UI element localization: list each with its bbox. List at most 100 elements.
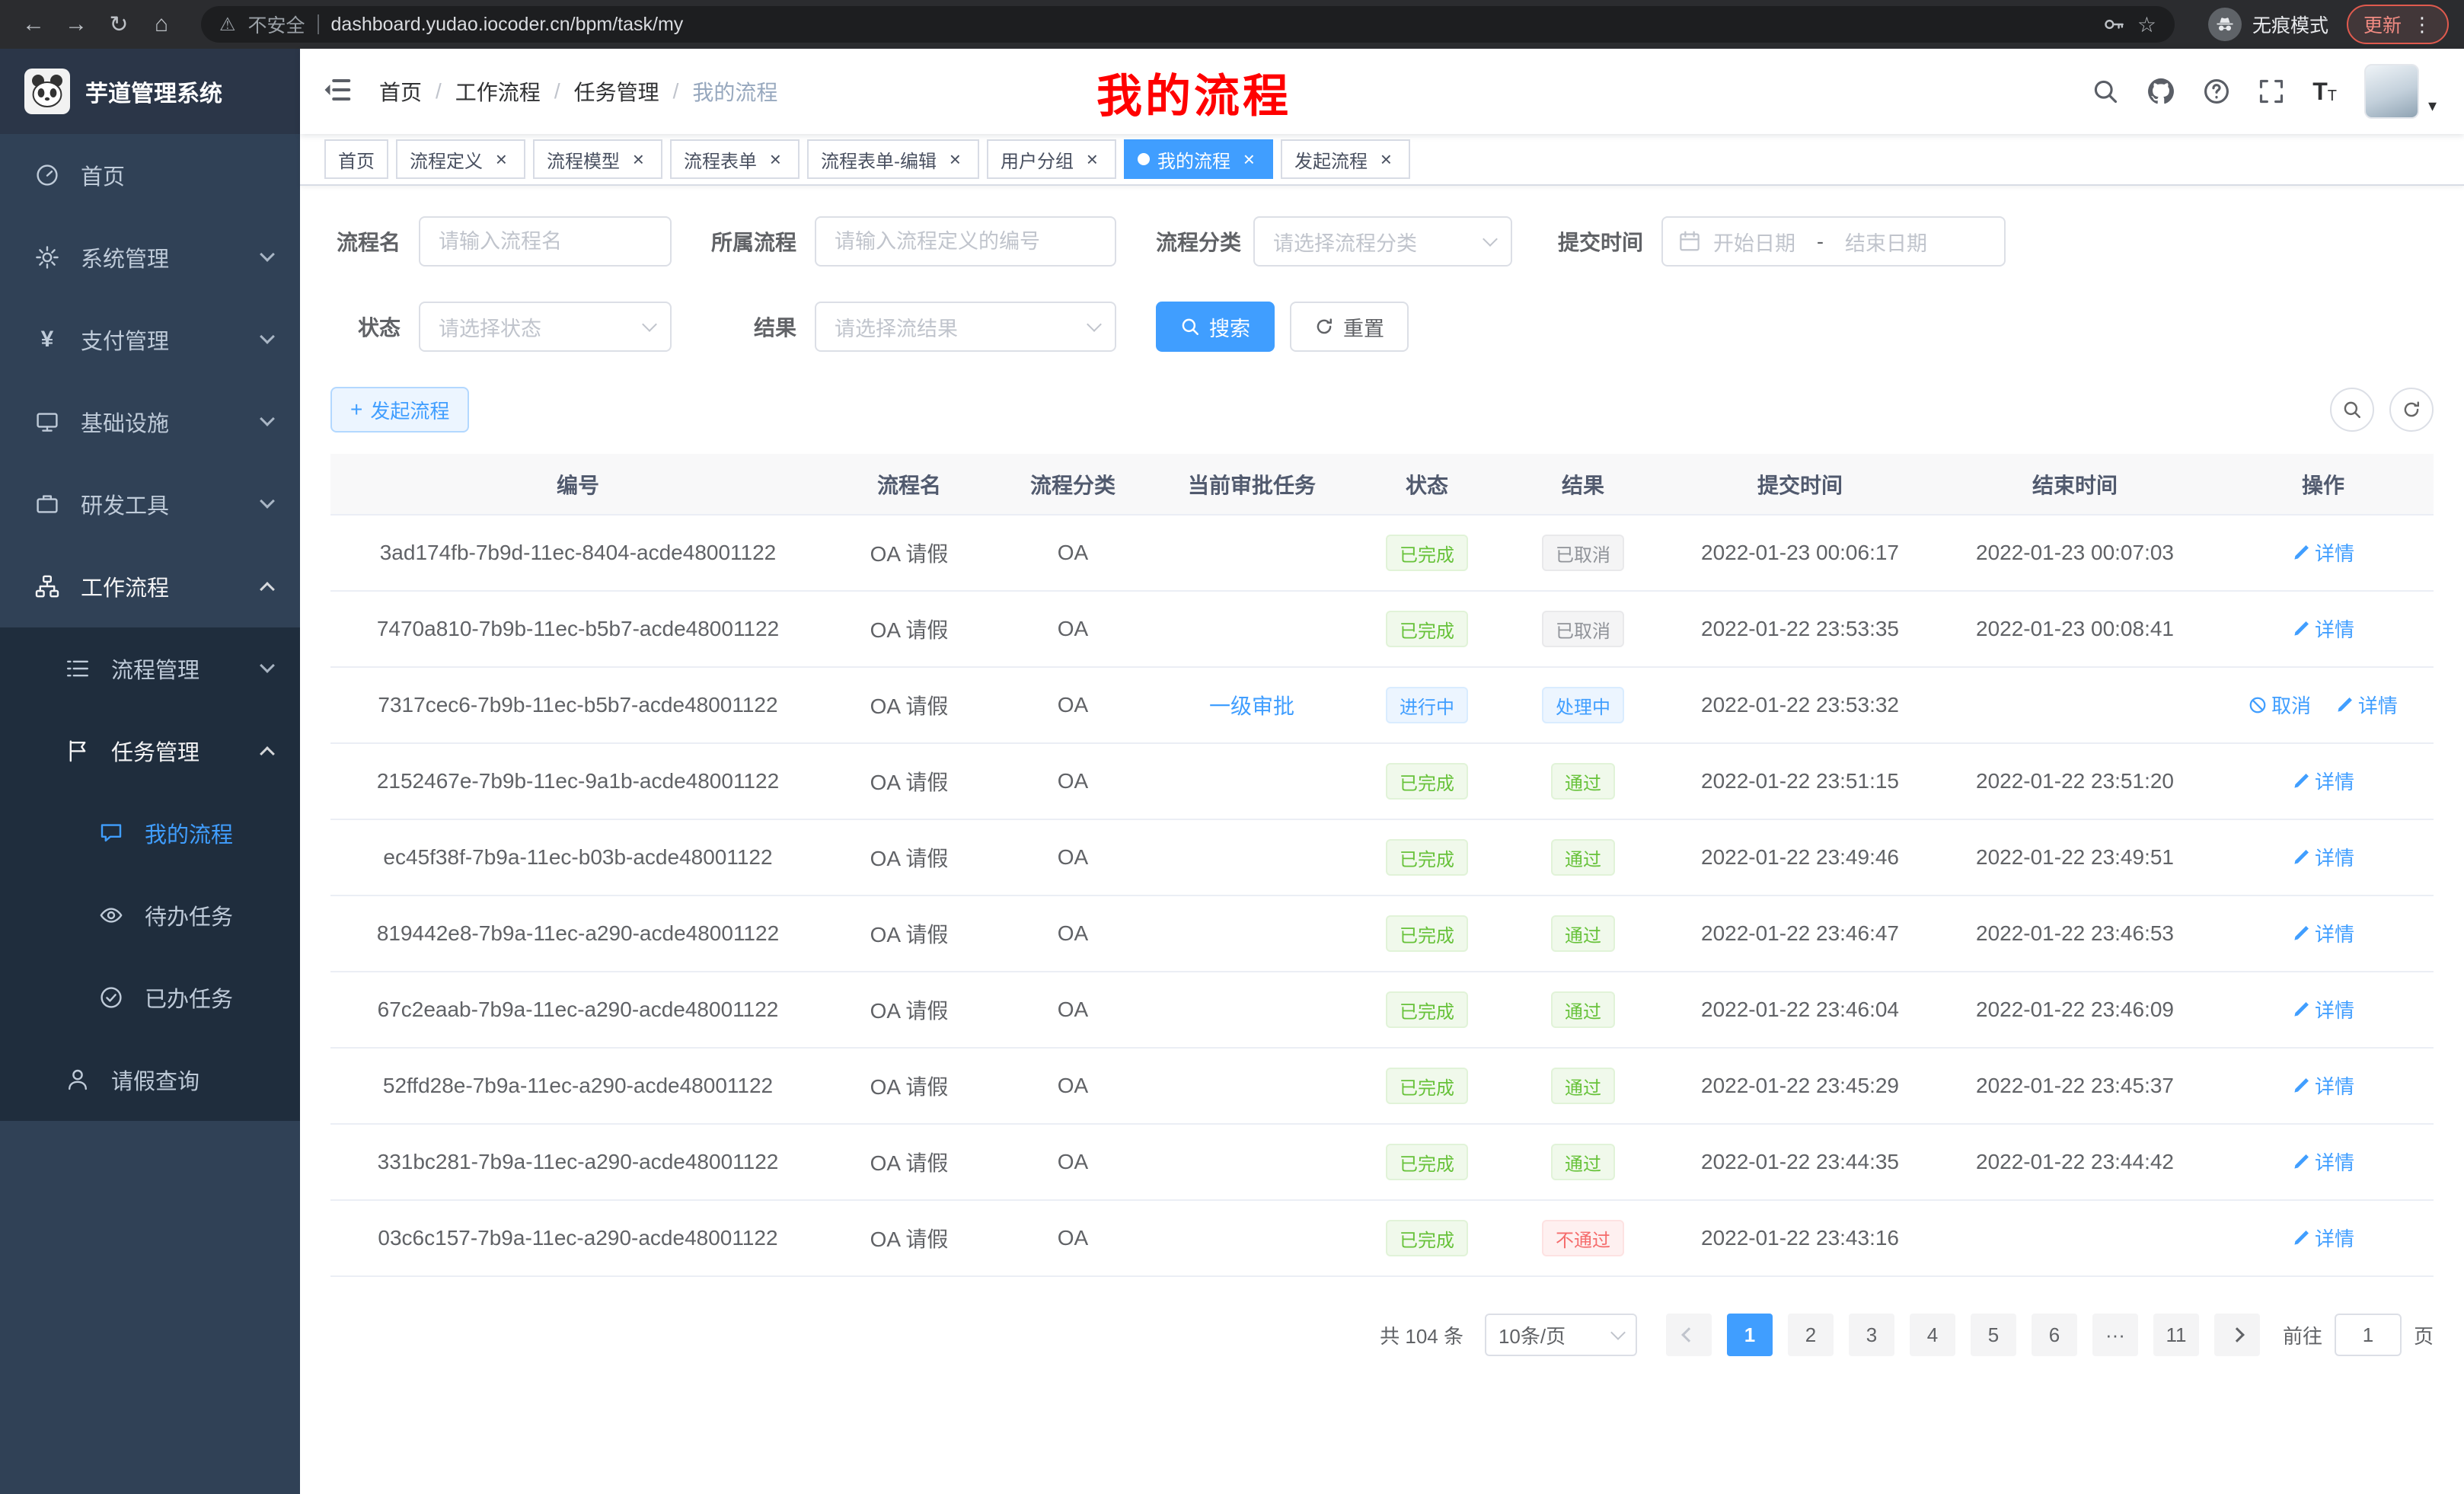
goto-page-input[interactable] <box>2335 1314 2402 1356</box>
sidebar-item-task-management[interactable]: 任务管理 <box>0 710 300 792</box>
sidebar-item-leave-query[interactable]: 请假查询 <box>0 1039 300 1121</box>
close-icon[interactable]: × <box>1375 148 1396 170</box>
search-toggle-button[interactable] <box>2330 388 2374 432</box>
close-icon[interactable]: × <box>764 148 786 170</box>
page-number-button[interactable]: 11 <box>2153 1314 2199 1356</box>
prev-page-button[interactable] <box>1666 1314 1712 1356</box>
detail-link[interactable]: 详情 <box>2292 767 2354 795</box>
sidebar-item-payment[interactable]: ¥ 支付管理 <box>0 298 300 381</box>
avatar[interactable] <box>2364 64 2419 119</box>
cell-id: 819442e8-7b9a-11ec-a290-acde48001122 <box>330 895 825 972</box>
user-menu[interactable]: ▾ <box>2364 64 2437 119</box>
breadcrumb-home[interactable]: 首页 <box>379 76 422 107</box>
result-badge: 通过 <box>1551 839 1615 876</box>
table-refresh-button[interactable] <box>2389 388 2434 432</box>
edit-icon <box>2292 848 2310 867</box>
result-select[interactable]: 请选择流结果 <box>815 302 1116 352</box>
font-size-icon[interactable]: TT <box>2312 79 2337 104</box>
incognito-profile-chip[interactable]: 无痕模式 <box>2208 8 2328 41</box>
browser-forward-icon[interactable]: → <box>58 6 94 43</box>
detail-link[interactable]: 详情 <box>2292 1224 2354 1252</box>
process-category-select[interactable]: 请选择流程分类 <box>1253 216 1512 267</box>
not-secure-label[interactable]: 不安全 <box>248 11 305 38</box>
table-row: ec45f38f-7b9a-11ec-b03b-acde48001122 OA … <box>330 819 2434 895</box>
detail-link[interactable]: 详情 <box>2292 843 2354 871</box>
tab[interactable]: 我的流程 × <box>1124 139 1273 179</box>
browser-home-icon[interactable]: ⌂ <box>143 6 180 43</box>
sidebar-item-todo-tasks[interactable]: 待办任务 <box>0 874 300 956</box>
process-category-label: 流程分类 <box>1156 226 1253 257</box>
page-number-button[interactable]: 4 <box>1910 1314 1955 1356</box>
tab[interactable]: 流程模型 × <box>533 139 662 179</box>
end-date-placeholder[interactable]: 结束日期 <box>1845 227 1927 257</box>
address-bar[interactable]: ⚠ 不安全 dashboard.yudao.iocoder.cn/bpm/tas… <box>201 6 2175 43</box>
status-select[interactable]: 请选择状态 <box>419 302 672 352</box>
fullscreen-icon[interactable] <box>2258 78 2285 105</box>
sidebar-item-process-management[interactable]: 流程管理 <box>0 627 300 710</box>
page-size-select[interactable]: 10条/页 <box>1485 1314 1637 1356</box>
column-header: 流程分类 <box>993 454 1153 515</box>
sidebar-item-done-tasks[interactable]: 已办任务 <box>0 956 300 1039</box>
close-icon[interactable]: × <box>627 148 649 170</box>
tab[interactable]: 流程表单-编辑 × <box>807 139 979 179</box>
header-search-icon[interactable] <box>2092 78 2119 105</box>
page-number-button[interactable]: 5 <box>1971 1314 2016 1356</box>
page-number-button[interactable]: 2 <box>1788 1314 1834 1356</box>
sidebar-toggle-button[interactable] <box>321 75 355 108</box>
close-icon[interactable]: × <box>1238 148 1259 170</box>
browser-reload-icon[interactable]: ↻ <box>101 6 137 43</box>
sidebar-item-infrastructure[interactable]: 基础设施 <box>0 381 300 463</box>
page-url[interactable]: dashboard.yudao.iocoder.cn/bpm/task/my <box>331 14 684 36</box>
tab[interactable]: 流程表单 × <box>670 139 800 179</box>
close-icon[interactable]: × <box>1081 148 1103 170</box>
bookmark-star-icon[interactable]: ☆ <box>2137 12 2156 37</box>
close-icon[interactable]: × <box>944 148 965 170</box>
sidebar-item-my-process[interactable]: 我的流程 <box>0 792 300 874</box>
date-range-picker[interactable]: 开始日期 - 结束日期 <box>1661 216 2006 267</box>
tab[interactable]: 首页 <box>324 139 388 179</box>
detail-link[interactable]: 详情 <box>2292 1148 2354 1176</box>
detail-link[interactable]: 详情 <box>2292 919 2354 947</box>
next-page-button[interactable] <box>2214 1314 2260 1356</box>
detail-link[interactable]: 详情 <box>2292 538 2354 567</box>
detail-link[interactable]: 详情 <box>2335 691 2398 719</box>
tab[interactable]: 用户分组 × <box>987 139 1116 179</box>
sidebar-item-devtools[interactable]: 研发工具 <box>0 463 300 545</box>
search-button[interactable]: 搜索 <box>1156 302 1275 352</box>
reset-button[interactable]: 重置 <box>1290 302 1409 352</box>
detail-link[interactable]: 详情 <box>2292 1071 2354 1100</box>
password-key-icon[interactable] <box>2102 13 2125 36</box>
current-task-link[interactable]: 一级审批 <box>1209 694 1294 718</box>
browser-back-icon[interactable]: ← <box>15 6 52 43</box>
github-icon[interactable] <box>2146 77 2175 106</box>
start-process-button[interactable]: + 发起流程 <box>330 387 469 433</box>
start-date-placeholder[interactable]: 开始日期 <box>1713 227 1795 257</box>
sidebar-item-home[interactable]: 首页 <box>0 134 300 216</box>
process-definition-input[interactable] <box>815 216 1116 267</box>
page-number-button[interactable]: 1 <box>1727 1314 1773 1356</box>
cell-end-time: 2022-01-22 23:46:09 <box>1937 972 2213 1048</box>
browser-menu-icon[interactable]: ⋮ <box>2412 13 2432 37</box>
browser-update-button[interactable]: 更新 ⋮ <box>2347 5 2449 44</box>
page-number-button[interactable]: ··· <box>2092 1314 2138 1356</box>
cell-end-time: 2022-01-22 23:45:37 <box>1937 1048 2213 1124</box>
breadcrumb-workflow[interactable]: 工作流程 <box>455 76 541 107</box>
cancel-link[interactable]: 取消 <box>2249 691 2311 719</box>
process-name-input[interactable] <box>419 216 672 267</box>
sidebar-item-system[interactable]: 系统管理 <box>0 216 300 298</box>
detail-link[interactable]: 详情 <box>2292 615 2354 643</box>
detail-link[interactable]: 详情 <box>2292 995 2354 1023</box>
sidebar-item-workflow[interactable]: 工作流程 <box>0 545 300 627</box>
column-header: 流程名 <box>825 454 993 515</box>
edit-icon <box>2292 620 2310 638</box>
tab[interactable]: 流程定义 × <box>396 139 525 179</box>
tab[interactable]: 发起流程 × <box>1281 139 1410 179</box>
page-number-button[interactable]: 6 <box>2032 1314 2077 1356</box>
close-icon[interactable]: × <box>490 148 512 170</box>
app-logo[interactable]: 芋道管理系统 <box>0 49 300 134</box>
page-number-button[interactable]: 3 <box>1849 1314 1894 1356</box>
breadcrumb: 首页 / 工作流程 / 任务管理 / 我的流程 <box>379 76 777 107</box>
help-icon[interactable] <box>2203 78 2230 105</box>
breadcrumb-task-management[interactable]: 任务管理 <box>574 76 659 107</box>
edit-icon <box>2292 1229 2310 1247</box>
